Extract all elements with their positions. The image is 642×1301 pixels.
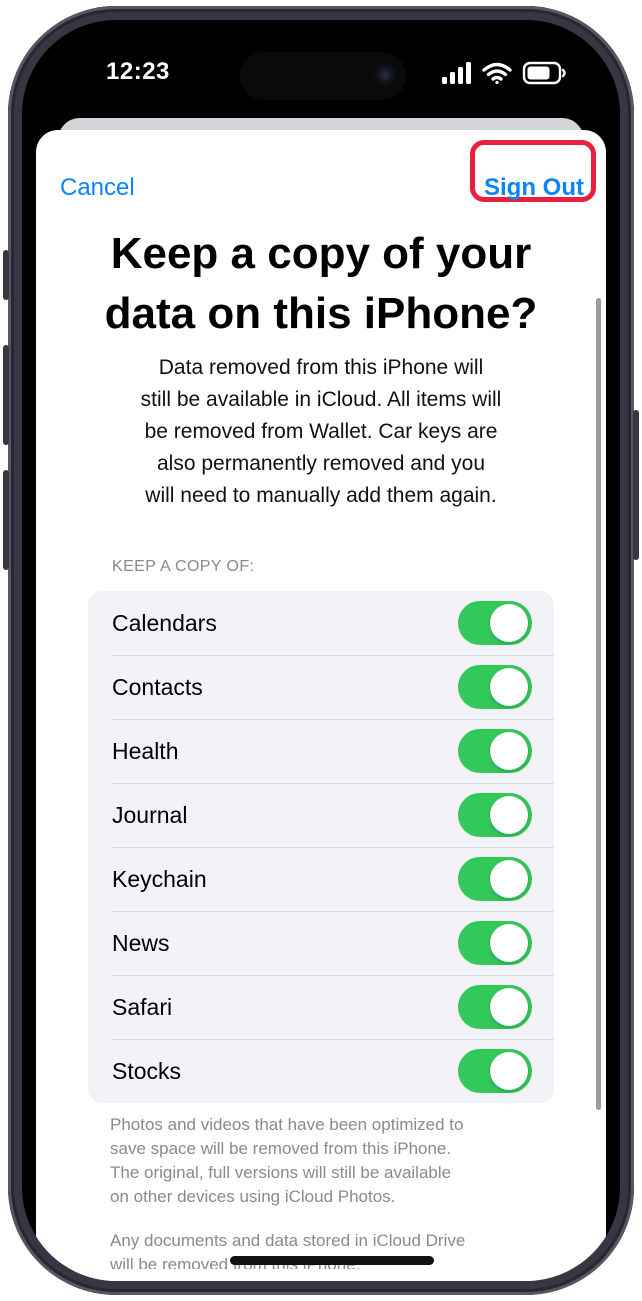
volume-up-button [3,345,9,445]
status-icons [442,61,566,85]
safari-toggle[interactable] [458,985,532,1029]
sign-out-button[interactable]: Sign Out [484,174,584,202]
list-item-label: Contacts [112,674,203,700]
toggle-knob [490,860,528,898]
list-item-news: News [88,911,554,975]
list-item-label: News [112,930,170,956]
keep-copy-list: Calendars Contacts Health Journal Keycha… [88,591,554,1103]
cancel-button[interactable]: Cancel [60,174,135,202]
list-item-journal: Journal [88,783,554,847]
keychain-toggle[interactable] [458,857,532,901]
news-toggle[interactable] [458,921,532,965]
battery-icon [522,61,566,85]
footer-line: Photos and videos that have been optimiz… [110,1115,464,1134]
wifi-icon [482,62,512,85]
footer-line: save space will be removed from this iPh… [110,1139,452,1158]
toggle-knob [490,924,528,962]
stocks-toggle[interactable] [458,1049,532,1093]
list-item-contacts: Contacts [88,655,554,719]
front-camera [374,64,396,86]
list-item-label: Journal [112,802,188,828]
calendars-toggle[interactable] [458,601,532,645]
toggle-knob [490,604,528,642]
page-title: Keep a copy of your data on this iPhone? [36,224,606,344]
description: Data removed from this iPhone will still… [86,352,556,512]
list-item-safari: Safari [88,975,554,1039]
list-item-label: Keychain [112,866,207,892]
screen: 12:23 Cancel Sign Out Keep a copy of you… [22,20,620,1281]
side-button [633,410,639,560]
health-toggle[interactable] [458,729,532,773]
list-item-health: Health [88,719,554,783]
list-item-stocks: Stocks [88,1039,554,1103]
description-line: also permanently removed and you [156,452,486,475]
list-item-keychain: Keychain [88,847,554,911]
home-indicator[interactable] [230,1256,434,1265]
cellular-signal-icon [442,62,471,84]
footer-line: Any documents and data stored in iCloud … [110,1231,466,1250]
toggle-knob [490,668,528,706]
description-line: Data removed from this iPhone will [158,356,484,379]
volume-down-button [3,470,9,570]
toggle-knob [490,796,528,834]
sign-out-sheet: Cancel Sign Out Keep a copy of your data… [36,130,606,1281]
description-line: be removed from Wallet. Car keys are [144,420,498,443]
scrollbar[interactable] [596,298,601,1110]
list-item-label: Safari [112,994,173,1020]
toggle-knob [490,1052,528,1090]
status-time: 12:23 [106,58,170,85]
photos-footer-note: Photos and videos that have been optimiz… [110,1113,550,1209]
footer-line: The original, full versions will still b… [110,1163,452,1182]
list-item-label: Calendars [112,610,217,636]
title-line: data on this iPhone? [104,289,538,338]
section-header: KEEP A COPY OF: [112,558,255,575]
journal-toggle[interactable] [458,793,532,837]
list-item-label: Stocks [112,1058,182,1084]
footer-line: on other devices using iCloud Photos. [110,1187,396,1206]
description-line: still be available in iCloud. All items … [140,388,502,411]
toggle-knob [490,988,528,1026]
toggle-knob [490,732,528,770]
title-line: Keep a copy of your [110,229,532,278]
list-item-label: Health [112,738,179,764]
contacts-toggle[interactable] [458,665,532,709]
description-line: will need to manually add them again. [145,484,497,507]
list-item-calendars: Calendars [88,591,554,655]
action-button [3,250,9,300]
